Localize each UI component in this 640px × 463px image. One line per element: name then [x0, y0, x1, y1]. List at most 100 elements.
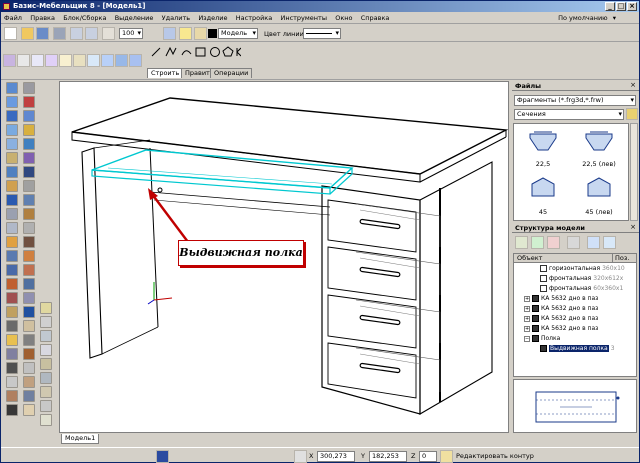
x-coordinate[interactable]: 300,273 [317, 451, 355, 462]
toolbox-tool-icon[interactable] [40, 358, 52, 370]
layer-color-swatch[interactable] [208, 29, 217, 38]
expand-toggle-icon[interactable]: + [524, 305, 530, 312]
expand-toggle-icon[interactable]: − [524, 335, 530, 342]
toolbox-tool-icon[interactable] [23, 348, 35, 360]
circle-tool-icon[interactable] [210, 47, 220, 57]
layers-icon[interactable] [163, 27, 176, 40]
model-viewport[interactable]: Выдвижная полка [59, 81, 509, 433]
tab-build[interactable]: Строить [147, 68, 184, 78]
remove-red-icon[interactable] [547, 236, 560, 249]
lock-icon[interactable] [194, 27, 207, 40]
toolbox-tool-icon[interactable] [40, 302, 52, 314]
toolbox-tool-icon[interactable] [40, 316, 52, 328]
menu-block[interactable]: Блок/Сборка [60, 12, 109, 24]
line-tool-icon[interactable] [151, 47, 161, 57]
toolbox-tool-icon[interactable] [40, 414, 52, 426]
open-icon[interactable] [21, 27, 34, 40]
toolbox-tool-icon[interactable] [23, 236, 35, 248]
magnet-icon[interactable] [45, 54, 58, 67]
toolbox-tool-icon[interactable] [23, 166, 35, 178]
menu-help[interactable]: Справка [358, 12, 393, 24]
toolbox-tool-icon[interactable] [6, 110, 18, 122]
toolbox-tool-icon[interactable] [23, 138, 35, 150]
toolbox-tool-icon[interactable] [40, 330, 52, 342]
polygon-tool-icon[interactable] [222, 46, 234, 57]
tab-operations[interactable]: Операции [210, 68, 253, 78]
shade-icon[interactable] [115, 54, 128, 67]
toolbox-tool-icon[interactable] [40, 344, 52, 356]
help-icon[interactable] [156, 450, 169, 463]
expand-toggle-icon[interactable]: + [524, 315, 530, 322]
keyboard-shelf-highlight[interactable] [91, 149, 354, 195]
toolbox-tool-icon[interactable] [6, 334, 18, 346]
zoom-icon[interactable] [87, 54, 100, 67]
thumbnail-item[interactable]: 45 [518, 174, 568, 218]
toolbox-tool-icon[interactable] [6, 236, 18, 248]
close-button[interactable]: × [627, 2, 637, 11]
line-width-select[interactable]: 100 [119, 28, 143, 39]
lightbulb-icon[interactable] [179, 27, 192, 40]
layer-select[interactable]: Модель [218, 28, 258, 39]
folder-icon[interactable] [626, 108, 638, 120]
tools-icon[interactable] [567, 236, 580, 249]
undo-icon[interactable] [70, 27, 83, 40]
menu-tools[interactable]: Инструменты [277, 12, 330, 24]
snap-icon[interactable] [59, 54, 72, 67]
view-iso-icon[interactable] [3, 54, 16, 67]
drawing-tools[interactable] [149, 45, 241, 59]
polyline-tool-icon[interactable] [165, 46, 177, 57]
toolbox-tool-icon[interactable] [23, 152, 35, 164]
toolbox-tool-icon[interactable] [6, 124, 18, 136]
toolbox-tool-icon[interactable] [23, 376, 35, 388]
toolbox-tool-icon[interactable] [23, 250, 35, 262]
toolbox-tool-icon[interactable] [23, 96, 35, 108]
print-icon[interactable] [53, 27, 66, 40]
toolbox-tool-icon[interactable] [23, 404, 35, 416]
toolbox-tool-icon[interactable] [23, 124, 35, 136]
document-tab[interactable]: Модель1 [61, 434, 100, 444]
render-icon[interactable] [101, 54, 114, 67]
toolbox-tool-icon[interactable] [23, 194, 35, 206]
toolbox-tool-icon[interactable] [6, 348, 18, 360]
files-folder-select[interactable]: Сечения [514, 109, 624, 120]
toolbox-tool-icon[interactable] [6, 278, 18, 290]
toolbox-tool-icon[interactable] [23, 180, 35, 192]
toolbox-tool-icon[interactable] [6, 250, 18, 262]
hatch-tool-icon[interactable] [236, 47, 241, 57]
toolbox-tool-icon[interactable] [23, 390, 35, 402]
arc-tool-icon[interactable] [181, 50, 192, 56]
menu-delete[interactable]: Удалить [159, 12, 193, 24]
toolbox-tool-icon[interactable] [23, 208, 35, 220]
menu-selection[interactable]: Выделение [112, 12, 157, 24]
toolbox-tool-icon[interactable] [23, 306, 35, 318]
tree-row[interactable]: фронтальная 60x360x1 [514, 284, 636, 294]
toolbox-tool-icon[interactable] [40, 386, 52, 398]
y-coordinate[interactable]: 182,253 [369, 451, 407, 462]
expand-toggle-icon[interactable]: + [524, 295, 530, 302]
measure-icon[interactable] [73, 54, 86, 67]
ortho-icon[interactable] [31, 54, 44, 67]
view-icon[interactable] [129, 54, 142, 67]
add-object-icon[interactable] [515, 236, 528, 249]
toolbox-tool-icon[interactable] [6, 292, 18, 304]
profile-select[interactable]: По умолчанию ▾ [552, 12, 619, 24]
toolbox-tool-icon[interactable] [40, 400, 52, 412]
toolbox-tool-icon[interactable] [23, 264, 35, 276]
files-filter-select[interactable]: Фрагменты (*.frg3d,*.frw) [514, 95, 636, 106]
toolbox-tool-icon[interactable] [6, 404, 18, 416]
toolbox-tool-icon[interactable] [6, 320, 18, 332]
toolbox-tool-icon[interactable] [23, 110, 35, 122]
toolbox-tool-icon[interactable] [6, 376, 18, 388]
tree-row[interactable]: горизонтальная 360x10 [514, 264, 636, 274]
add-green-icon[interactable] [531, 236, 544, 249]
menu-edit[interactable]: Правка [27, 12, 58, 24]
minimize-button[interactable]: _ [605, 2, 615, 11]
toolbox-tool-icon[interactable] [6, 306, 18, 318]
expand-toggle-icon[interactable]: + [524, 325, 530, 332]
rectangle-tool-icon[interactable] [195, 47, 206, 57]
toolbox-tool-icon[interactable] [6, 180, 18, 192]
visibility-icon[interactable] [603, 236, 616, 249]
tree-row[interactable]: + КА 5632 дно в паз [514, 314, 636, 324]
maximize-button[interactable]: □ [616, 2, 626, 11]
menu-file[interactable]: Файл [1, 12, 25, 24]
